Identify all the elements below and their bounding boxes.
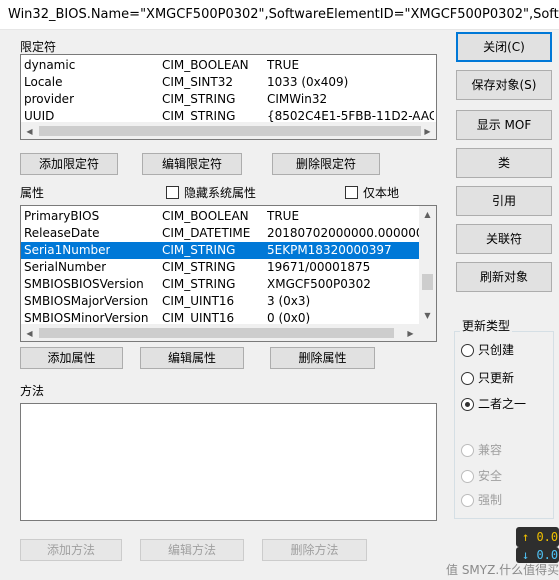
add-qualifier-button[interactable]: 添加限定符 xyxy=(20,153,118,175)
vertical-scrollbar[interactable]: ▲ ▼ xyxy=(419,206,436,324)
delete-qualifier-button[interactable]: 删除限定符 xyxy=(272,153,380,175)
add-property-button[interactable]: 添加属性 xyxy=(20,347,123,369)
qualifiers-label: 限定符 xyxy=(20,40,57,54)
scrollbar-corner xyxy=(419,324,436,341)
update-type-group xyxy=(454,331,554,519)
update-type-label: 更新类型 xyxy=(460,319,513,333)
class-button[interactable]: 类 xyxy=(456,148,552,178)
force-label: 强制 xyxy=(478,493,503,507)
scroll-down-icon[interactable]: ▼ xyxy=(419,307,436,324)
table-row[interactable]: ReleaseDate CIM_DATETIME 20180702000000.… xyxy=(21,225,419,242)
table-row[interactable]: SMBIOSMajorVersion CIM_UINT16 3 (0x3) xyxy=(21,293,419,310)
hide-system-properties-label: 隐藏系统属性 xyxy=(184,186,257,200)
list-item[interactable]: dynamic CIM_BOOLEAN TRUE xyxy=(21,57,436,74)
table-row[interactable]: SerialNumber CIM_STRING 19671/00001875 xyxy=(21,259,419,276)
methods-list[interactable] xyxy=(20,403,437,521)
scroll-right-icon[interactable]: ▶ xyxy=(419,123,436,139)
safe-radio[interactable] xyxy=(461,470,474,483)
watermark: 值 SMYZ.什么值得买 xyxy=(446,563,559,577)
refresh-object-button[interactable]: 刷新对象 xyxy=(456,262,552,292)
local-only-label: 仅本地 xyxy=(363,186,400,200)
either-label: 二者之一 xyxy=(478,397,527,411)
network-speed-overlay: ↑ 0.0 xyxy=(516,527,559,547)
methods-label: 方法 xyxy=(20,384,45,398)
association-button[interactable]: 关联符 xyxy=(456,224,552,254)
scroll-thumb[interactable] xyxy=(39,328,394,338)
compatible-radio[interactable] xyxy=(461,444,474,457)
safe-label: 安全 xyxy=(478,469,503,483)
edit-method-button[interactable]: 编辑方法 xyxy=(140,539,244,561)
edit-qualifier-button[interactable]: 编辑限定符 xyxy=(142,153,242,175)
delete-property-button[interactable]: 删除属性 xyxy=(270,347,375,369)
update-only-radio[interactable] xyxy=(461,372,474,385)
scroll-thumb[interactable] xyxy=(422,274,433,290)
close-button[interactable]: 关闭(C) xyxy=(456,32,552,62)
add-method-button[interactable]: 添加方法 xyxy=(20,539,122,561)
scroll-right-icon[interactable]: ▶ xyxy=(402,325,419,341)
hide-system-properties-checkbox[interactable] xyxy=(166,186,179,199)
save-object-button[interactable]: 保存对象(S) xyxy=(456,70,552,100)
list-item[interactable]: provider CIM_STRING CIMWin32 xyxy=(21,91,436,108)
qualifiers-list[interactable]: dynamic CIM_BOOLEAN TRUE Locale CIM_SINT… xyxy=(20,54,437,140)
either-radio[interactable] xyxy=(461,398,474,411)
properties-list[interactable]: PrimaryBIOS CIM_BOOLEAN TRUE ReleaseDate… xyxy=(20,205,437,342)
create-only-label: 只创建 xyxy=(478,343,515,357)
compatible-label: 兼容 xyxy=(478,443,503,457)
scroll-up-icon[interactable]: ▲ xyxy=(419,206,436,223)
show-mof-button[interactable]: 显示 MOF xyxy=(456,110,552,140)
table-row[interactable]: SMBIOSBIOSVersion CIM_STRING XMGCF500P03… xyxy=(21,276,419,293)
reference-button[interactable]: 引用 xyxy=(456,186,552,216)
scroll-thumb[interactable] xyxy=(39,126,421,136)
scroll-left-icon[interactable]: ◀ xyxy=(21,123,38,139)
horizontal-scrollbar[interactable]: ◀ ▶ xyxy=(21,122,436,139)
horizontal-scrollbar[interactable]: ◀ ▶ xyxy=(21,324,419,341)
delete-method-button[interactable]: 删除方法 xyxy=(262,539,367,561)
window-title: Win32_BIOS.Name="XMGCF500P0302",Software… xyxy=(0,0,559,30)
table-row[interactable]: PrimaryBIOS CIM_BOOLEAN TRUE xyxy=(21,208,419,225)
scroll-left-icon[interactable]: ◀ xyxy=(21,325,38,341)
table-row-selected[interactable]: Seria1Number CIM_STRING 5EKPM18320000397 xyxy=(21,242,419,259)
update-only-label: 只更新 xyxy=(478,371,515,385)
local-only-checkbox[interactable] xyxy=(345,186,358,199)
edit-property-button[interactable]: 编辑属性 xyxy=(140,347,244,369)
create-only-radio[interactable] xyxy=(461,344,474,357)
force-radio[interactable] xyxy=(461,494,474,507)
properties-label: 属性 xyxy=(20,186,45,200)
list-item[interactable]: Locale CIM_SINT32 1033 (0x409) xyxy=(21,74,436,91)
